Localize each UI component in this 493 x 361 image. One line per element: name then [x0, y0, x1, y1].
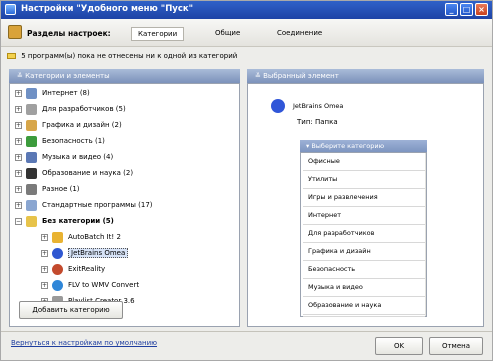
tree-item-label: Стандартные программы (17) — [42, 201, 153, 209]
expand-icon[interactable]: + — [41, 233, 48, 241]
expand-icon[interactable]: + — [15, 169, 22, 177]
tree-item-label: Безопасность (1) — [42, 137, 105, 145]
category-option[interactable]: Безопасность — [303, 261, 425, 279]
tree-item-label: Разное (1) — [42, 185, 80, 193]
tree-item-autobatch[interactable]: + AutoBatch It! 2 — [41, 229, 121, 245]
tree-item-flv-convert[interactable]: + FLV to WMV Convert — [41, 277, 139, 293]
tree-item-label: AutoBatch It! 2 — [68, 233, 121, 241]
tree-item-security[interactable]: + Безопасность (1) — [15, 133, 105, 149]
window-title: Настройки "Удобного меню "Пуск" — [21, 4, 194, 14]
autobatch-icon — [52, 231, 63, 243]
selected-item-panel-header: ≚ Выбранный элемент — [247, 69, 484, 83]
category-option[interactable]: Офисные — [303, 153, 425, 171]
exitreality-icon — [52, 263, 63, 275]
jetbrains-omea-icon — [271, 99, 285, 113]
expand-icon[interactable]: + — [15, 153, 22, 161]
graphics-icon — [26, 119, 37, 131]
title-bar: Настройки "Удобного меню "Пуск" _ □ × — [1, 1, 492, 19]
maximize-button[interactable]: □ — [460, 3, 473, 16]
tree-item-developers[interactable]: + Для разработчиков (5) — [15, 101, 126, 117]
expand-icon[interactable]: + — [15, 105, 22, 113]
tree-item-jetbrains-omea[interactable]: + JetBrains Omea — [41, 245, 129, 261]
sections-label: Разделы настроек: — [27, 29, 111, 38]
category-option[interactable]: Графика и дизайн — [303, 243, 425, 261]
windows-programs-icon — [26, 199, 37, 211]
graduation-cap-icon — [26, 167, 37, 179]
tree-item-label: Музыка и видео (4) — [42, 153, 114, 161]
add-category-button[interactable]: Добавить категорию — [19, 301, 123, 319]
ok-button[interactable]: OK — [375, 337, 423, 355]
music-icon — [26, 151, 37, 163]
close-button[interactable]: × — [475, 3, 488, 16]
selected-item-header-label: Выбранный элемент — [263, 72, 339, 80]
folder-open-icon — [26, 215, 37, 227]
tree-item-graphics[interactable]: + Графика и дизайн (2) — [15, 117, 122, 133]
internet-icon — [26, 87, 37, 99]
tree-item-label: JetBrains Omea — [68, 248, 129, 258]
expand-icon[interactable]: + — [41, 281, 48, 289]
info-text: 5 программ(ы) пока не отнесены ни к одно… — [21, 52, 238, 60]
categories-panel-header: ≚ Категории и элементы — [9, 69, 240, 83]
settings-toolbar: Разделы настроек: Категории Общие Соедин… — [1, 19, 492, 47]
window-app-icon — [5, 4, 16, 15]
expand-icon[interactable]: + — [41, 265, 48, 273]
tree-item-label: FLV to WMV Convert — [68, 281, 140, 289]
misc-icon — [26, 183, 37, 195]
selected-item-type: Тип: Папка — [297, 118, 338, 126]
tree-item-label: Графика и дизайн (2) — [42, 121, 122, 129]
categories-header-label: Категории и элементы — [25, 72, 110, 80]
expand-icon[interactable]: + — [15, 121, 22, 129]
flv-converter-icon — [52, 279, 63, 291]
category-option[interactable]: Образование и наука — [303, 297, 425, 315]
tree-item-music-video[interactable]: + Музыка и видео (4) — [15, 149, 113, 165]
tab-categories[interactable]: Категории — [131, 27, 185, 41]
tree-item-uncategorized[interactable]: − Без категории (5) — [15, 213, 114, 229]
tree-item-label: Интернет (8) — [42, 89, 90, 97]
footer-divider — [1, 331, 492, 332]
cancel-button[interactable]: Отмена — [429, 337, 483, 355]
tab-connection[interactable]: Соединение — [271, 27, 328, 41]
category-option[interactable]: Для разработчиков — [303, 225, 425, 243]
expand-icon[interactable]: + — [15, 137, 22, 145]
category-option[interactable]: Разное — [303, 315, 425, 317]
shield-icon — [26, 135, 37, 147]
expand-icon[interactable]: + — [15, 185, 22, 193]
settings-sections-icon — [8, 25, 22, 39]
collapse-icon[interactable]: − — [15, 217, 22, 225]
category-option[interactable]: Игры и развлечения — [303, 189, 425, 207]
minimize-button[interactable]: _ — [445, 3, 458, 16]
tree-item-label: ExitReality — [68, 265, 106, 273]
tree-item-internet[interactable]: + Интернет (8) — [15, 85, 90, 101]
reset-defaults-link[interactable]: Вернуться к настройкам по умолчанию — [11, 339, 157, 347]
chevron-up-icon: ≚ — [255, 72, 264, 80]
tree-item-label: Для разработчиков (5) — [42, 105, 126, 113]
tree-item-standard[interactable]: + Стандартные программы (17) — [15, 197, 153, 213]
category-option[interactable]: Интернет — [303, 207, 425, 225]
chevron-up-icon: ≚ — [17, 72, 26, 80]
category-option[interactable]: Музыка и видео — [303, 279, 425, 297]
tree-item-exitreality[interactable]: + ExitReality — [41, 261, 105, 277]
jetbrains-omea-icon — [52, 247, 63, 259]
tab-general[interactable]: Общие — [209, 27, 246, 41]
category-option[interactable]: Утилиты — [303, 171, 425, 189]
tree-item-education[interactable]: + Образование и наука (2) — [15, 165, 133, 181]
category-list-header-label: Выберите категорию — [311, 142, 385, 150]
developer-tools-icon — [26, 103, 37, 115]
tree-item-label: Образование и наука (2) — [42, 169, 134, 177]
category-list-header: ▾ Выберите категорию — [300, 140, 427, 152]
info-bar: 5 программ(ы) пока не отнесены ни к одно… — [7, 52, 487, 64]
settings-window: Настройки "Удобного меню "Пуск" _ □ × Ра… — [0, 0, 493, 361]
expand-icon[interactable]: + — [41, 249, 48, 257]
expand-icon[interactable]: + — [15, 89, 22, 97]
selected-item-name: JetBrains Omea — [293, 102, 344, 110]
folder-warning-icon — [7, 53, 16, 59]
tree-item-label: Без категории (5) — [42, 217, 114, 225]
tree-item-misc[interactable]: + Разное (1) — [15, 181, 80, 197]
expand-icon[interactable]: + — [15, 201, 22, 209]
